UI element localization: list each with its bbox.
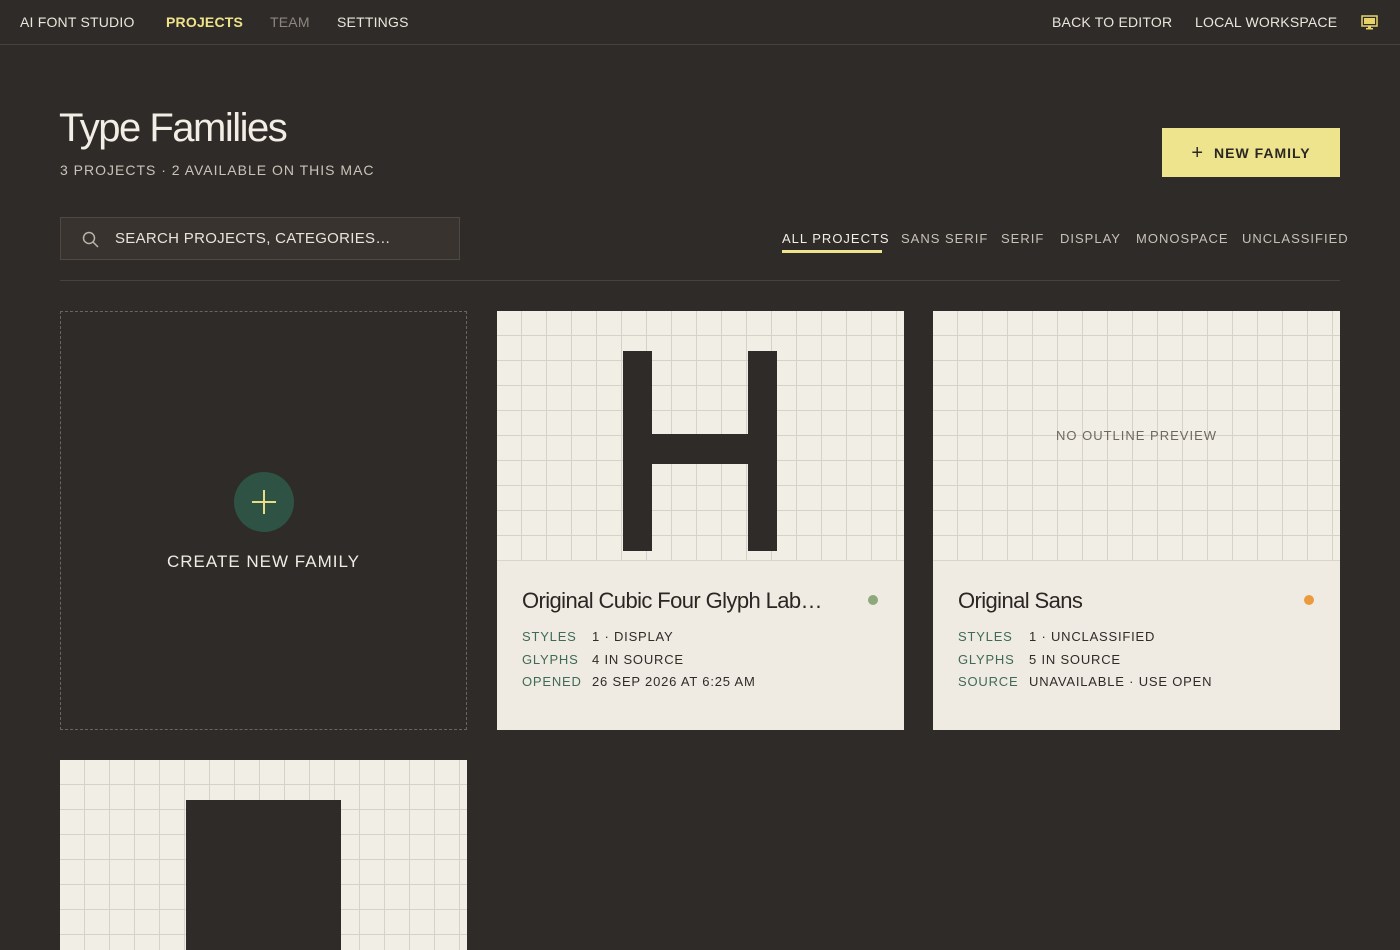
filter-tab-sans-serif[interactable]: SANS SERIF [901, 231, 988, 246]
meta-key: GLYPHS [522, 652, 579, 667]
plus-icon: + [1191, 141, 1205, 164]
search-box[interactable] [60, 217, 460, 260]
meta-value: 1 · UNCLASSIFIED [1029, 629, 1156, 644]
no-outline-preview-text: NO OUTLINE PREVIEW [1055, 428, 1218, 443]
nav-settings[interactable]: SETTINGS [337, 14, 409, 30]
top-navbar: AI FONT STUDIO PROJECTS TEAM SETTINGS BA… [0, 0, 1400, 45]
search-input[interactable] [115, 218, 445, 259]
create-new-family-card[interactable]: CREATE NEW FAMILY [60, 311, 467, 730]
glyph-block-outline [186, 800, 341, 950]
search-icon [82, 231, 99, 248]
status-dot [868, 595, 878, 605]
meta-value: 1 · DISPLAY [592, 629, 674, 644]
filter-tab-serif[interactable]: SERIF [1001, 231, 1044, 246]
meta-key: GLYPHS [958, 652, 1015, 667]
filter-tab-display[interactable]: DISPLAY [1060, 231, 1121, 246]
meta-value: UNAVAILABLE · USE OPEN [1029, 674, 1213, 689]
meta-key: OPENED [522, 674, 582, 689]
nav-projects[interactable]: PROJECTS [166, 14, 243, 30]
meta-value: 4 IN SOURCE [592, 652, 684, 667]
new-family-button[interactable]: + NEW FAMILY [1162, 128, 1340, 177]
glyph-preview [60, 760, 467, 950]
create-new-family-label: CREATE NEW FAMILY [166, 552, 360, 571]
nav-team[interactable]: TEAM [270, 14, 310, 30]
new-family-label: NEW FAMILY [1214, 144, 1311, 161]
project-card[interactable]: NO OUTLINE PREVIEW Original Sans STYLES … [933, 311, 1340, 730]
page-title: Type Families [59, 106, 288, 150]
monitor-icon[interactable] [1361, 15, 1378, 30]
glyph-preview: NO OUTLINE PREVIEW [933, 311, 1340, 561]
plus-icon [252, 490, 276, 514]
meta-key: STYLES [522, 629, 577, 644]
section-divider [60, 280, 1340, 281]
create-plus-button[interactable] [234, 472, 294, 532]
project-card[interactable]: Original Cubic Four Glyph Lab… STYLES 1 … [497, 311, 904, 730]
project-name: Original Sans [958, 588, 1083, 613]
meta-value: 5 IN SOURCE [1029, 652, 1121, 667]
project-card[interactable] [60, 760, 467, 950]
status-dot [1304, 595, 1314, 605]
local-workspace-link[interactable]: LOCAL WORKSPACE [1195, 14, 1337, 30]
glyph-h-outline [623, 351, 777, 551]
active-filter-underline [782, 250, 882, 253]
filter-tab-monospace[interactable]: MONOSPACE [1136, 231, 1229, 246]
meta-key: SOURCE [958, 674, 1019, 689]
filter-tab-unclassified[interactable]: UNCLASSIFIED [1242, 231, 1349, 246]
brand-link[interactable]: AI FONT STUDIO [20, 14, 135, 30]
glyph-preview [497, 311, 904, 561]
meta-value: 26 SEP 2026 AT 6:25 AM [592, 674, 756, 689]
project-count-subtitle: 3 PROJECTS · 2 AVAILABLE ON THIS MAC [60, 162, 375, 178]
project-name: Original Cubic Four Glyph Lab… [522, 588, 823, 613]
meta-key: STYLES [958, 629, 1013, 644]
filter-tab-all-projects[interactable]: ALL PROJECTS [782, 231, 890, 246]
back-to-editor-link[interactable]: BACK TO EDITOR [1052, 14, 1172, 30]
